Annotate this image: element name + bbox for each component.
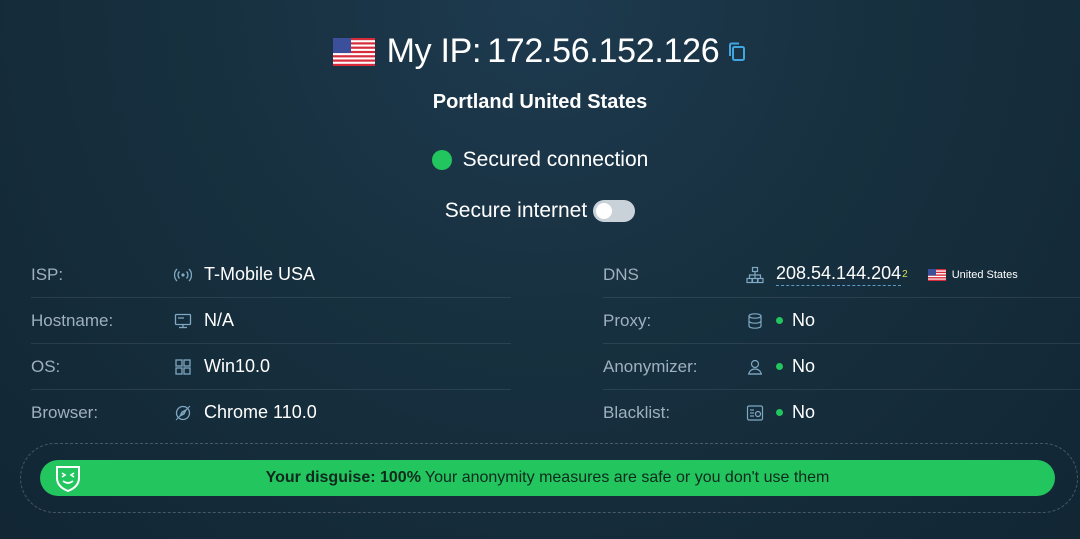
dns-country: United States	[951, 268, 1018, 281]
server-icon	[174, 313, 192, 328]
browser-label: Browser:	[31, 402, 99, 422]
anonymizer-value: No	[792, 356, 816, 376]
location-text: Portland United States	[432, 91, 648, 113]
dns-label: DNS	[603, 264, 639, 284]
blacklist-label: Blacklist:	[603, 402, 671, 422]
connection-status-text: Secured connection	[462, 148, 649, 171]
secure-internet-toggle[interactable]	[593, 200, 636, 222]
hostname-label: Hostname:	[31, 310, 114, 330]
anonymizer-label: Anonymizer:	[603, 356, 698, 376]
blacklist-value: No	[792, 402, 816, 422]
browser-icon	[175, 405, 191, 420]
disguise-text: Your anonymity measures are safe or you …	[424, 469, 830, 486]
us-flag-icon	[927, 268, 946, 281]
detail-row-proxy: Proxy: No	[603, 298, 1080, 344]
left-details: ISP: T-Mobile USA Hostname: N/A OS: Win1…	[31, 252, 511, 435]
signal-icon	[174, 268, 192, 281]
os-label: OS:	[31, 356, 61, 376]
detail-row-anonymizer: Anonymizer: No	[603, 344, 1080, 390]
dns-value[interactable]: 208.54.144.204	[776, 263, 902, 286]
right-details: DNS 208.54.144.204 2 United States Proxy:	[603, 252, 1080, 435]
title-prefix: My IP:	[386, 32, 482, 70]
disguise-title: Your disguise: 100%	[265, 469, 421, 486]
detail-row-isp: ISP: T-Mobile USA	[31, 252, 511, 298]
status-dot-icon	[776, 363, 783, 370]
copy-icon[interactable]	[727, 41, 747, 63]
browser-value: Chrome 110.0	[204, 402, 317, 422]
toggle-knob	[596, 203, 613, 219]
status-dot-icon	[776, 317, 783, 324]
proxy-label: Proxy:	[603, 310, 652, 330]
detail-row-os: OS: Win10.0	[31, 344, 511, 390]
isp-label: ISP:	[31, 264, 64, 284]
dns-count-badge: 2	[902, 269, 908, 280]
proxy-value: No	[792, 310, 816, 330]
status-dot-icon	[431, 150, 452, 170]
status-dot-icon	[776, 409, 783, 416]
database-icon	[748, 312, 762, 329]
user-icon	[748, 359, 762, 375]
connection-status: Secured connection	[0, 148, 1080, 172]
network-icon	[746, 266, 764, 283]
detail-row-blacklist: Blacklist: No	[603, 390, 1080, 435]
mask-icon	[56, 466, 80, 492]
page-title: My IP: 172.56.152.126	[387, 32, 720, 71]
list-icon	[746, 404, 764, 421]
detail-row-hostname: Hostname: N/A	[31, 298, 511, 344]
detail-row-browser: Browser: Chrome 110.0	[31, 390, 511, 435]
windows-icon	[175, 358, 191, 375]
hostname-value: N/A	[204, 310, 235, 330]
us-flag-icon	[332, 37, 375, 66]
ip-address[interactable]: 172.56.152.126	[487, 32, 719, 70]
secure-internet-row: Secure internet	[0, 199, 1080, 223]
isp-value: T-Mobile USA	[204, 264, 316, 284]
secure-internet-label: Secure internet	[444, 199, 588, 222]
disguise-bar: Your disguise: 100% Your anonymity measu…	[40, 460, 1055, 496]
os-value: Win10.0	[204, 356, 271, 376]
ip-header: My IP: 172.56.152.126	[0, 32, 1080, 71]
detail-row-dns: DNS 208.54.144.204 2 United States	[603, 252, 1080, 298]
